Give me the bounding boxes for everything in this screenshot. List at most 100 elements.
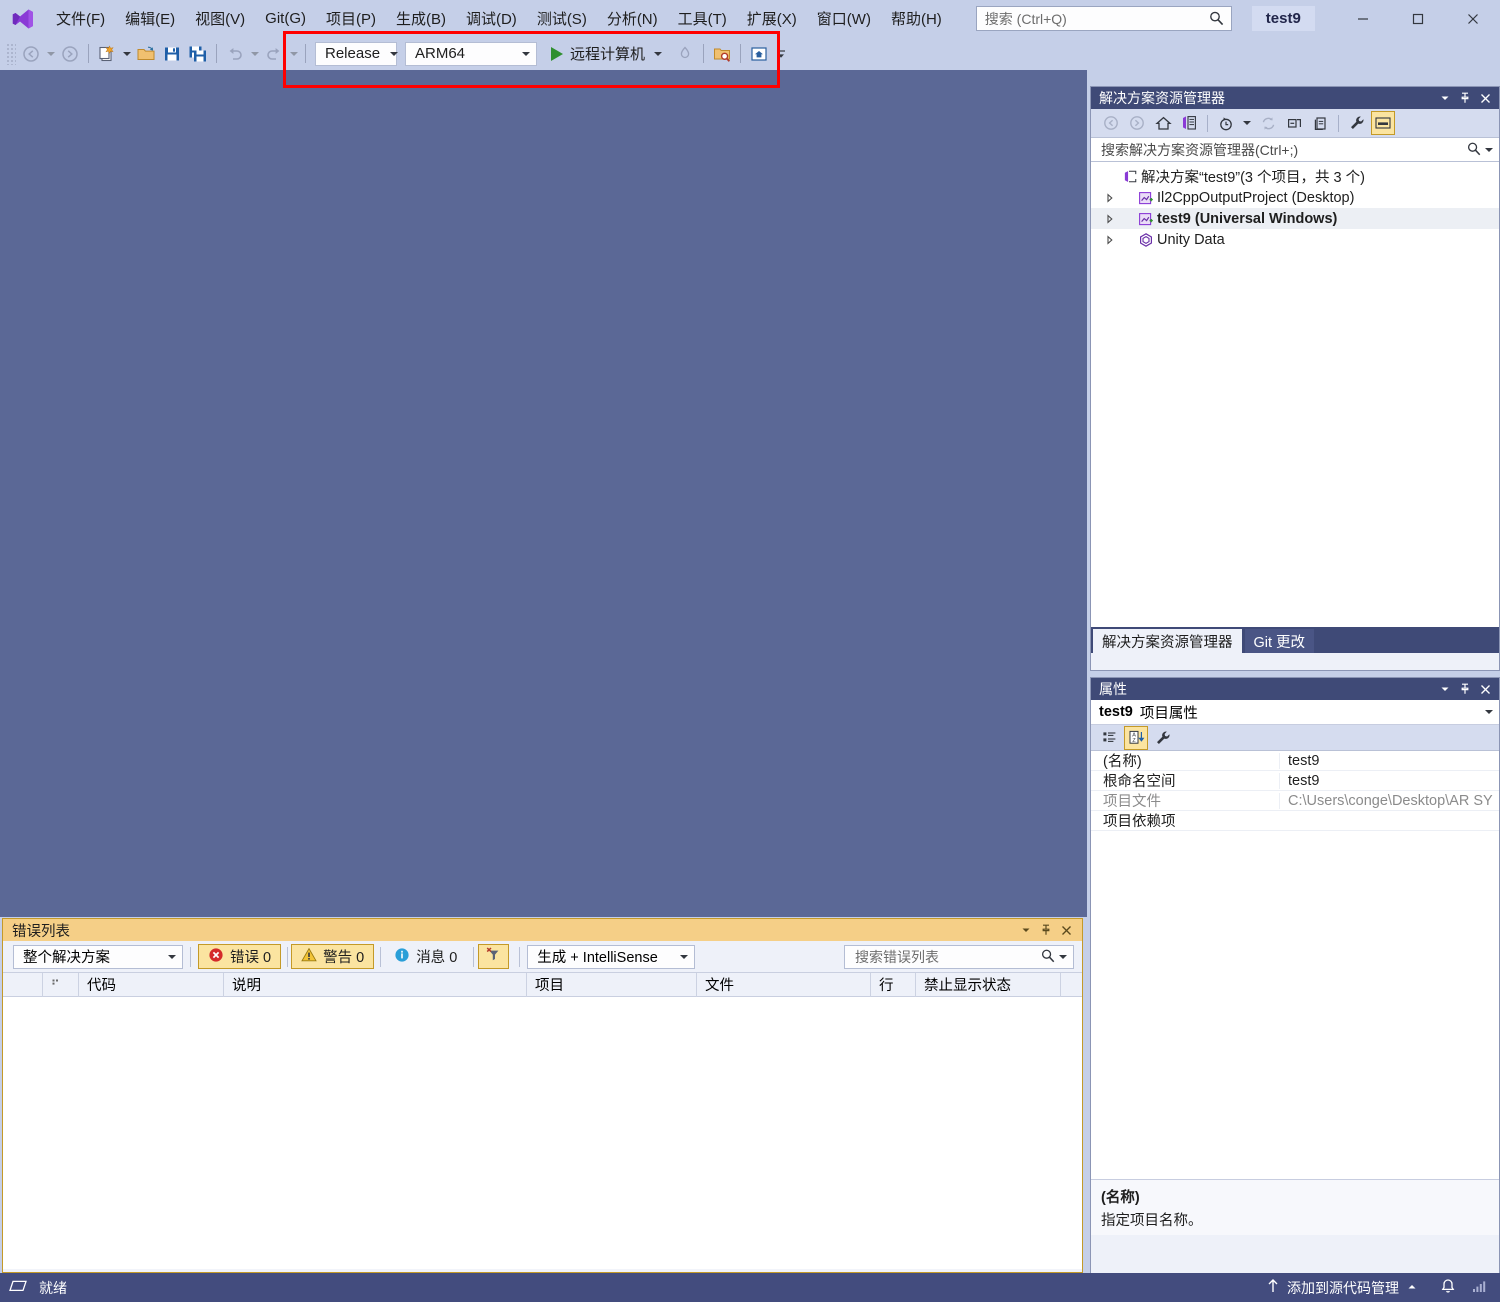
column-header-suppression-state[interactable]: 禁止显示状态 [916,972,1061,997]
error-list-search-input[interactable] [853,947,1040,966]
tree-item-test9[interactable]: test9 (Universal Windows) [1091,208,1499,229]
pending-changes-filter-icon[interactable] [1214,111,1238,135]
property-pages-wrench-icon[interactable] [1151,726,1175,750]
solution-explorer-icon[interactable] [1177,111,1201,135]
collapse-all-icon[interactable] [1282,111,1306,135]
column-header-line[interactable]: 行 [871,972,916,997]
property-row-name[interactable]: (名称) test9 [1091,751,1499,771]
preview-selected-items-icon[interactable] [1371,111,1395,135]
column-header-description[interactable]: 说明 [224,972,527,997]
navigate-forward-icon[interactable] [57,41,83,67]
menu-item-help[interactable]: 帮助(H) [881,0,952,37]
back-icon[interactable] [1099,111,1123,135]
new-project-icon[interactable] [94,41,120,67]
categorized-icon[interactable] [1097,726,1121,750]
solution-explorer-search-input[interactable] [1099,140,1466,159]
solution-explorer-search-options-icon[interactable] [1483,147,1495,152]
close-button[interactable] [1445,0,1500,37]
tree-item-solution[interactable]: 解决方案“test9”(3 个项目，共 3 个) [1091,166,1499,187]
show-all-files-icon[interactable] [1308,111,1332,135]
property-value[interactable]: test9 [1279,772,1499,789]
menu-item-project[interactable]: 项目(P) [316,0,386,37]
alphabetical-sort-icon[interactable]: A Z [1124,725,1148,750]
tree-item-il2cppoutputproject[interactable]: Il2CppOutputProject (Desktop) [1091,187,1499,208]
maximize-button[interactable] [1390,0,1445,37]
properties-object-selector[interactable]: test9 项目属性 [1091,700,1499,725]
properties-pin-icon[interactable] [1455,679,1475,699]
filter-messages-button[interactable]: 消息 0 [384,944,467,969]
menu-item-view[interactable]: 视图(V) [185,0,255,37]
property-row-project-file[interactable]: 项目文件 C:\Users\conge\Desktop\AR SY [1091,791,1499,811]
error-list-search-box[interactable] [844,944,1074,969]
error-scope-combo[interactable]: 整个解决方案 [13,944,183,969]
solution-explorer-search-box[interactable] [1091,137,1499,162]
minimize-button[interactable] [1335,0,1390,37]
error-list-close-icon[interactable] [1056,920,1076,940]
column-header-project[interactable]: 项目 [527,972,697,997]
properties-wrench-icon[interactable] [1345,111,1369,135]
save-all-icon[interactable] [185,41,211,67]
home-icon[interactable] [1151,111,1175,135]
menu-item-analyze[interactable]: 分析(N) [597,0,668,37]
error-list-dropdown-icon[interactable] [1016,920,1036,940]
home-page-icon[interactable] [746,41,772,67]
chevron-right-icon[interactable] [1101,234,1119,245]
menu-item-build[interactable]: 生成(B) [386,0,456,37]
menu-item-extensions[interactable]: 扩展(X) [737,0,807,37]
menu-item-debug[interactable]: 调试(D) [456,0,527,37]
solution-explorer-close-icon[interactable] [1475,88,1495,108]
hot-reload-icon[interactable] [672,41,698,67]
menu-item-tools[interactable]: 工具(T) [668,0,737,37]
redo-icon[interactable] [261,41,287,67]
notifications-button[interactable] [1434,1273,1462,1302]
undo-icon[interactable] [222,41,248,67]
error-search-options-icon[interactable] [1057,954,1069,959]
chevron-right-icon[interactable] [1101,213,1119,224]
pending-changes-dropdown-icon[interactable] [1240,111,1254,135]
navigate-back-icon[interactable] [18,41,44,67]
start-debugging-button[interactable]: 远程计算机 [545,41,668,67]
filter-warnings-button[interactable]: 警告 0 [291,944,375,969]
column-header-file[interactable]: 文件 [697,972,871,997]
property-value[interactable]: test9 [1279,752,1499,769]
solution-configuration-combo[interactable]: Release [315,41,399,66]
solution-platform-combo[interactable]: ARM64 [405,41,537,66]
open-file-icon[interactable] [133,41,159,67]
menu-item-edit[interactable]: 编辑(E) [115,0,185,37]
solution-explorer-dropdown-icon[interactable] [1435,88,1455,108]
column-header-blank[interactable] [3,972,43,997]
new-project-dropdown[interactable] [120,41,133,67]
filter-errors-button[interactable]: 错误 0 [198,944,282,969]
toolbar-overflow-icon[interactable] [774,41,787,67]
solution-name-chip[interactable]: test9 [1251,6,1315,31]
navigate-back-dropdown[interactable] [44,41,57,67]
error-source-combo[interactable]: 生成 + IntelliSense [527,944,696,969]
global-search-input[interactable] [982,9,1208,28]
chevron-down-icon[interactable] [1485,710,1493,714]
error-list-pin-icon[interactable] [1036,920,1056,940]
tab-solution-explorer[interactable]: 解决方案资源管理器 [1093,629,1242,653]
add-to-source-control-button[interactable]: 添加到源代码管理 [1260,1273,1424,1302]
find-in-files-icon[interactable] [709,41,735,67]
property-row-project-dependencies[interactable]: 项目依赖项 [1091,811,1499,831]
forward-icon[interactable] [1125,111,1149,135]
toolbar-grip[interactable] [6,42,16,65]
chevron-right-icon[interactable] [1101,192,1119,203]
tab-git-changes[interactable]: Git 更改 [1244,629,1315,653]
clear-filter-button[interactable] [478,944,510,969]
menu-item-git[interactable]: Git(G) [255,0,316,37]
properties-close-icon[interactable] [1475,679,1495,699]
properties-dropdown-icon[interactable] [1435,679,1455,699]
tree-item-unity-data[interactable]: Unity Data [1091,229,1499,250]
redo-dropdown[interactable] [287,41,300,67]
column-header-code[interactable]: 代码 [79,972,224,997]
menu-item-test[interactable]: 测试(S) [527,0,597,37]
undo-dropdown[interactable] [248,41,261,67]
save-icon[interactable] [159,41,185,67]
property-row-root-namespace[interactable]: 根命名空间 test9 [1091,771,1499,791]
menu-item-window[interactable]: 窗口(W) [807,0,881,37]
column-header-sort-indicator[interactable] [43,972,79,997]
menu-item-file[interactable]: 文件(F) [46,0,115,37]
refresh-icon[interactable] [1256,111,1280,135]
global-search-box[interactable] [975,6,1232,31]
